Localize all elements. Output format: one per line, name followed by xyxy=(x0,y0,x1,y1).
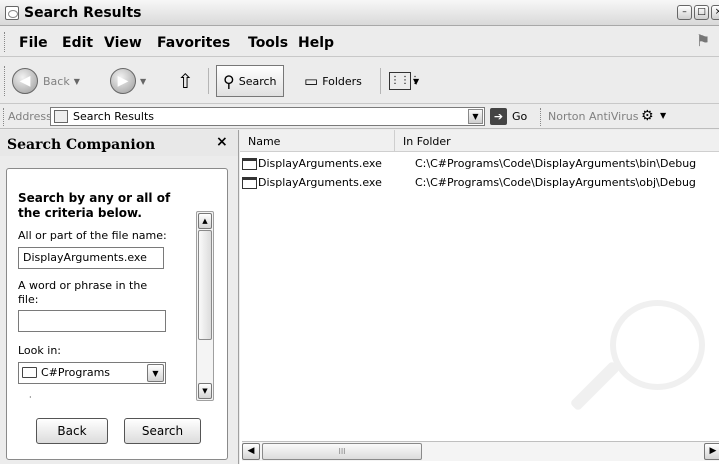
maximize-button[interactable]: □ xyxy=(694,5,709,20)
folders-label: Folders xyxy=(322,74,362,88)
back-button[interactable]: ◀ Back ▼ xyxy=(12,65,80,97)
companion-scrollbar[interactable]: ▲ ▼ xyxy=(196,211,214,401)
results-hscrollbar[interactable]: ◀ III ▶ xyxy=(242,441,719,461)
folder-icon xyxy=(22,367,37,378)
up-folder-button[interactable]: ⇧ xyxy=(177,65,194,97)
phrase-input[interactable] xyxy=(18,310,166,332)
menu-bar: File Edit View Favorites Tools Help ⚑ xyxy=(0,27,719,57)
menu-edit[interactable]: Edit xyxy=(62,35,93,51)
phrase-label: A word or phrase in the file: xyxy=(18,279,148,306)
results-pane: Name In Folder DisplayArguments.exe C:\C… xyxy=(240,130,719,464)
magnifier-icon: ⚲ xyxy=(223,71,235,91)
norton-antivirus-label[interactable]: Norton AntiVirus xyxy=(548,110,638,123)
back-dropdown-icon[interactable]: ▼ xyxy=(74,77,80,86)
back-button[interactable]: Back xyxy=(36,418,108,444)
search-criteria-panel: Search by any or all of the criteria bel… xyxy=(6,168,228,460)
minimize-button[interactable]: – xyxy=(677,5,692,20)
go-arrow-icon[interactable]: ➔ xyxy=(490,108,507,125)
lookin-label: Look in: xyxy=(18,344,61,357)
views-button[interactable]: ⋮⋮⋮ ▼ xyxy=(389,65,420,97)
search-submit-button[interactable]: Search xyxy=(124,418,201,444)
back-arrow-icon: ◀ xyxy=(12,68,38,94)
menu-tools[interactable]: Tools xyxy=(248,35,288,51)
forward-arrow-icon: ▶ xyxy=(110,68,136,94)
row-folder: C:\C#Programs\Code\DisplayArguments\bin\… xyxy=(415,157,697,170)
lookin-select[interactable]: C#Programs ▼ xyxy=(18,362,166,384)
norton-dropdown-icon[interactable]: ▼ xyxy=(660,111,666,120)
windows-logo-icon: ⚑ xyxy=(695,31,711,50)
toolbar-separator xyxy=(208,68,209,94)
chevron-down-icon[interactable]: ▼ xyxy=(147,364,164,382)
scroll-left-icon[interactable]: ◀ xyxy=(242,443,260,460)
hscroll-thumb[interactable]: III xyxy=(262,443,422,460)
norton-icon[interactable]: ⚙ xyxy=(641,108,654,124)
toolbar-grip xyxy=(4,66,7,96)
toolbar-separator xyxy=(380,68,381,94)
criteria-heading: Search by any or all of the criteria bel… xyxy=(18,191,171,220)
table-row[interactable]: DisplayArguments.exe C:\C#Programs\Code\… xyxy=(242,157,697,173)
close-button[interactable]: × xyxy=(711,5,719,20)
column-header-name[interactable]: Name xyxy=(240,130,395,152)
search-results-icon xyxy=(54,110,68,123)
folders-icon: ▭ xyxy=(304,72,319,90)
address-input[interactable]: Search Results ▼ xyxy=(50,107,485,126)
row-folder: C:\C#Programs\Code\DisplayArguments\obj\… xyxy=(415,176,696,189)
close-icon[interactable]: × xyxy=(216,134,228,150)
window-title: Search Results xyxy=(24,5,142,21)
go-button[interactable]: Go xyxy=(512,110,527,123)
scroll-down-icon[interactable]: ▼ xyxy=(198,383,212,399)
standard-toolbar: ◀ Back ▼ ▶ ▼ ⇧ ⚲ Search ▭ Folders ⋮⋮⋮ ▼ xyxy=(0,58,719,104)
row-name: DisplayArguments.exe xyxy=(258,176,382,189)
address-dropdown-icon[interactable]: ▼ xyxy=(468,109,483,124)
exe-file-icon xyxy=(242,177,257,189)
exe-file-icon xyxy=(242,158,257,170)
search-companion-pane: Search Companion × Search by any or all … xyxy=(0,130,239,464)
views-icon: ⋮⋮⋮ xyxy=(389,72,420,90)
menu-grip xyxy=(4,32,7,52)
back-label: Back xyxy=(43,74,70,88)
search-window-icon xyxy=(5,6,19,20)
address-label: Address xyxy=(8,110,52,123)
address-value: Search Results xyxy=(73,110,155,123)
column-header-in-folder[interactable]: In Folder xyxy=(395,130,719,152)
up-folder-icon: ⇧ xyxy=(177,69,194,93)
folders-button[interactable]: ▭ Folders xyxy=(304,65,362,97)
scroll-up-icon[interactable]: ▲ xyxy=(198,213,212,229)
menu-favorites[interactable]: Favorites xyxy=(157,35,230,51)
table-row[interactable]: DisplayArguments.exe C:\C#Programs\Code\… xyxy=(242,176,696,192)
menu-view[interactable]: View xyxy=(104,35,142,51)
norton-grip xyxy=(540,108,543,126)
menu-file[interactable]: File xyxy=(19,35,48,51)
forward-dropdown-icon[interactable]: ▼ xyxy=(140,77,146,86)
search-companion-header: Search Companion × xyxy=(0,130,238,156)
search-label: Search xyxy=(238,74,277,88)
forward-button[interactable]: ▶ ▼ xyxy=(110,65,146,97)
views-dropdown-icon: ▼ xyxy=(413,76,420,86)
magnifier-handle xyxy=(569,360,621,412)
magnifier-watermark-icon xyxy=(610,300,705,390)
title-bar: Search Results – □ × xyxy=(0,0,719,26)
filename-input[interactable]: DisplayArguments.exe xyxy=(18,247,164,269)
explorer-window: Search Results – □ × File Edit View Favo… xyxy=(0,0,719,464)
lookin-value: C#Programs xyxy=(41,366,111,379)
address-bar: Address Search Results ▼ ➔ Go Norton Ant… xyxy=(0,105,719,129)
more-options-dot: · xyxy=(29,393,32,402)
search-button[interactable]: ⚲ Search xyxy=(216,65,284,97)
address-grip xyxy=(3,108,6,126)
row-name: DisplayArguments.exe xyxy=(258,157,382,170)
menu-help[interactable]: Help xyxy=(298,35,334,51)
scroll-thumb[interactable] xyxy=(198,230,212,340)
filename-label: All or part of the file name: xyxy=(18,229,167,242)
scroll-right-icon[interactable]: ▶ xyxy=(704,443,719,460)
search-companion-title: Search Companion xyxy=(7,137,156,153)
